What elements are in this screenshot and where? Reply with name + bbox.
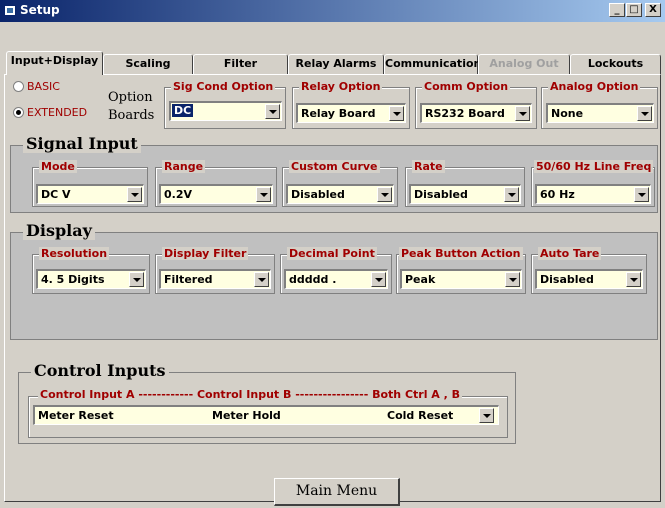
option-boards-label-2: Boards <box>108 108 155 123</box>
decimal-point-value: ddddd . <box>289 273 337 286</box>
chevron-down-icon[interactable] <box>637 106 652 121</box>
minimize-button[interactable]: _ <box>609 3 625 17</box>
analog-option-value: None <box>551 107 584 120</box>
tab-scaling[interactable]: Scaling <box>103 54 193 74</box>
auto-tare-select[interactable]: Disabled <box>535 269 643 289</box>
chevron-down-icon[interactable] <box>256 187 271 202</box>
tab-relay-alarms[interactable]: Relay Alarms <box>288 54 384 74</box>
decimal-point-label: Decimal Point <box>287 247 377 260</box>
chevron-down-icon[interactable] <box>129 272 144 287</box>
chevron-down-icon[interactable] <box>626 272 641 287</box>
auto-tare-label: Auto Tare <box>538 247 602 260</box>
comm-option-label: Comm Option <box>422 80 511 93</box>
radio-basic[interactable]: BASIC <box>13 80 60 93</box>
relay-option-value: Relay Board <box>301 107 376 120</box>
range-label: Range <box>162 160 206 173</box>
custom-curve-select[interactable]: Disabled <box>286 184 394 204</box>
radio-extended[interactable]: EXTENDED <box>13 106 87 119</box>
resolution-label: Resolution <box>39 247 110 260</box>
sig-cond-option-select[interactable]: DC <box>169 101 282 121</box>
peak-button-label: Peak Button Action <box>399 247 523 260</box>
tab-lockouts[interactable]: Lockouts <box>570 54 661 74</box>
close-button[interactable]: X <box>645 3 661 17</box>
control-input-b-value: Meter Hold <box>212 409 281 422</box>
radio-extended-indicator <box>13 107 24 118</box>
range-value: 0.2V <box>164 188 192 201</box>
mode-value: DC V <box>41 188 71 201</box>
comm-option-select[interactable]: RS232 Board <box>420 103 532 123</box>
relay-option-label: Relay Option <box>299 80 383 93</box>
chevron-down-icon[interactable] <box>504 187 519 202</box>
peak-button-value: Peak <box>405 273 436 286</box>
peak-button-select[interactable]: Peak <box>400 269 522 289</box>
radio-extended-label: EXTENDED <box>27 106 88 119</box>
radio-basic-indicator <box>13 81 24 92</box>
control-inputs-title: Control Inputs <box>31 361 169 380</box>
display-filter-value: Filtered <box>164 273 213 286</box>
tab-communication[interactable]: Communication <box>384 54 481 74</box>
chevron-down-icon[interactable] <box>371 272 386 287</box>
custom-curve-label: Custom Curve <box>289 160 380 173</box>
sig-cond-option-label: Sig Cond Option <box>171 80 276 93</box>
control-inputs-select[interactable]: Meter Reset Meter Hold Cold Reset <box>33 405 499 425</box>
display-title: Display <box>23 221 95 240</box>
line-freq-value: 60 Hz <box>540 188 575 201</box>
rate-value: Disabled <box>414 188 468 201</box>
tab-filter[interactable]: Filter <box>193 54 288 74</box>
chevron-down-icon[interactable] <box>265 104 280 119</box>
chevron-down-icon[interactable] <box>254 272 269 287</box>
chevron-down-icon[interactable] <box>634 187 649 202</box>
main-menu-button[interactable]: Main Menu <box>274 478 400 506</box>
tab-analog-out: Analog Out <box>478 54 570 74</box>
mode-label: Mode <box>39 160 77 173</box>
maximize-button[interactable]: □ <box>626 3 642 17</box>
mode-select[interactable]: DC V <box>36 184 144 204</box>
analog-option-select[interactable]: None <box>546 103 654 123</box>
rate-label: Rate <box>412 160 445 173</box>
analog-option-label: Analog Option <box>548 80 641 93</box>
tab-input-display[interactable]: Input+Display <box>6 51 103 75</box>
display-filter-label: Display Filter <box>162 247 249 260</box>
rate-select[interactable]: Disabled <box>409 184 521 204</box>
radio-basic-label: BASIC <box>27 80 60 93</box>
chevron-down-icon[interactable] <box>127 187 142 202</box>
line-freq-label: 50/60 Hz Line Freq <box>534 160 654 173</box>
decimal-point-select[interactable]: ddddd . <box>284 269 388 289</box>
chevron-down-icon[interactable] <box>389 106 404 121</box>
title-bar: Setup _ □ X <box>0 0 665 22</box>
chevron-down-icon[interactable] <box>377 187 392 202</box>
control-inputs-header: Control Input A ------------ Control Inp… <box>38 388 463 401</box>
control-input-a-value: Meter Reset <box>38 409 114 422</box>
signal-input-title: Signal Input <box>23 134 141 153</box>
sig-cond-option-value: DC <box>172 104 194 117</box>
window-title: Setup <box>20 3 60 17</box>
chevron-down-icon[interactable] <box>515 106 530 121</box>
resolution-value: 4. 5 Digits <box>41 273 105 286</box>
control-input-both-value: Cold Reset <box>387 409 454 422</box>
option-boards-label-1: Option <box>108 90 153 105</box>
app-icon <box>4 5 16 16</box>
range-select[interactable]: 0.2V <box>159 184 273 204</box>
resolution-select[interactable]: 4. 5 Digits <box>36 269 146 289</box>
display-filter-select[interactable]: Filtered <box>159 269 271 289</box>
chevron-down-icon[interactable] <box>479 408 494 423</box>
chevron-down-icon[interactable] <box>505 272 520 287</box>
comm-option-value: RS232 Board <box>425 107 505 120</box>
relay-option-select[interactable]: Relay Board <box>296 103 406 123</box>
line-freq-select[interactable]: 60 Hz <box>535 184 651 204</box>
custom-curve-value: Disabled <box>291 188 345 201</box>
auto-tare-value: Disabled <box>540 273 594 286</box>
